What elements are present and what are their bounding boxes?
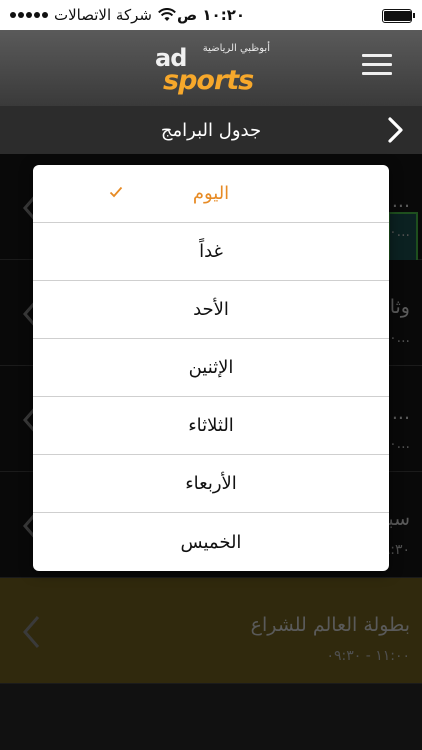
day-label: الإثنين xyxy=(188,357,234,378)
hamburger-menu-icon[interactable] xyxy=(362,54,392,78)
app-header: أبوظبي الرياضية ad sports xyxy=(0,30,422,106)
day-option-wednesday[interactable]: الأربعاء xyxy=(33,455,389,513)
battery-level xyxy=(384,11,411,21)
day-label: الثلاثاء xyxy=(188,415,234,436)
day-picker-popup: اليوم غداً الأحد الإثنين الثلاثاء الأربع… xyxy=(33,165,389,571)
day-option-today[interactable]: اليوم xyxy=(33,165,389,223)
day-label: غداً xyxy=(199,241,223,262)
day-label: اليوم xyxy=(192,183,230,204)
chevron-right-icon[interactable] xyxy=(384,116,406,144)
status-bar: شركة الاتصالات ١٠:٢٠ ص xyxy=(0,0,422,30)
day-option-sunday[interactable]: الأحد xyxy=(33,281,389,339)
ad-sports-logo: أبوظبي الرياضية ad sports xyxy=(155,40,270,98)
day-label: الخميس xyxy=(180,531,242,553)
checkmark-icon xyxy=(109,186,123,198)
schedule-title-bar: جدول البرامج xyxy=(0,106,422,154)
page-title: جدول البرامج xyxy=(160,119,262,141)
day-option-tomorrow[interactable]: غداً xyxy=(33,223,389,281)
day-label: الأربعاء xyxy=(185,473,237,494)
logo-sports-text: sports xyxy=(163,65,254,96)
battery-icon xyxy=(382,9,415,23)
day-option-tuesday[interactable]: الثلاثاء xyxy=(33,397,389,455)
status-time: ١٠:٢٠ ص xyxy=(176,6,246,24)
day-option-thursday[interactable]: الخميس xyxy=(33,513,389,571)
day-label: الأحد xyxy=(193,299,229,320)
day-option-monday[interactable]: الإثنين xyxy=(33,339,389,397)
logo-subtitle: أبوظبي الرياضية xyxy=(202,43,270,54)
